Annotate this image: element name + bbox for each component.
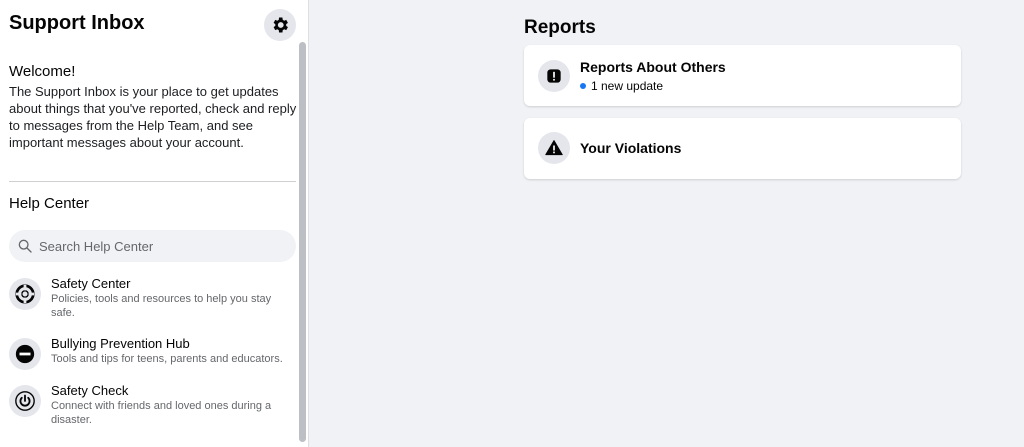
- help-item-description: Connect with friends and loved ones duri…: [51, 400, 272, 426]
- search-icon: [18, 239, 32, 253]
- settings-button[interactable]: [264, 9, 296, 41]
- card-title: Your Violations: [580, 140, 682, 156]
- warning-icon-wrap: [538, 132, 570, 164]
- help-item-name: Safety Check: [51, 383, 129, 398]
- help-item-safety-center[interactable]: Safety Center Policies, tools and resour…: [9, 276, 299, 322]
- help-item-name: Safety Center: [51, 276, 131, 291]
- alert-icon-wrap: [538, 60, 570, 92]
- help-item-description: Policies, tools and resources to help yo…: [51, 293, 272, 319]
- alert-icon: [547, 69, 561, 83]
- help-center-title: Help Center: [9, 195, 90, 212]
- sidebar: Support Inbox Welcome! The Support Inbox…: [0, 0, 309, 447]
- help-center-search[interactable]: [9, 230, 296, 262]
- warning-icon: [545, 140, 563, 156]
- lifebuoy-icon: [15, 284, 35, 304]
- help-item-name: Bullying Prevention Hub: [51, 336, 190, 351]
- card-your-violations[interactable]: Your Violations: [524, 118, 961, 179]
- card-subtitle: 1 new update: [580, 79, 663, 93]
- update-count: 1 new update: [591, 79, 664, 93]
- no-entry-icon: [15, 344, 35, 364]
- card-reports-about-others[interactable]: Reports About Others 1 new update: [524, 45, 961, 106]
- welcome-heading: Welcome!: [9, 63, 76, 80]
- power-icon: [15, 391, 35, 411]
- welcome-text: The Support Inbox is your place to get u…: [9, 84, 297, 150]
- gear-icon: [273, 17, 288, 33]
- unread-dot: [580, 83, 586, 89]
- reports-title: Reports: [524, 17, 596, 38]
- help-item-description: Tools and tips for teens, parents and ed…: [51, 353, 283, 365]
- card-title: Reports About Others: [580, 59, 726, 75]
- search-input[interactable]: [37, 237, 281, 255]
- power-icon-wrap: [9, 385, 41, 417]
- help-item-safety-check[interactable]: Safety Check Connect with friends and lo…: [9, 383, 299, 429]
- sidebar-title: Support Inbox: [9, 12, 145, 34]
- divider: [9, 181, 296, 182]
- lifebuoy-icon-wrap: [9, 278, 41, 310]
- help-item-bullying-prevention-hub[interactable]: Bullying Prevention Hub Tools and tips f…: [9, 336, 299, 370]
- no-entry-icon-wrap: [9, 338, 41, 370]
